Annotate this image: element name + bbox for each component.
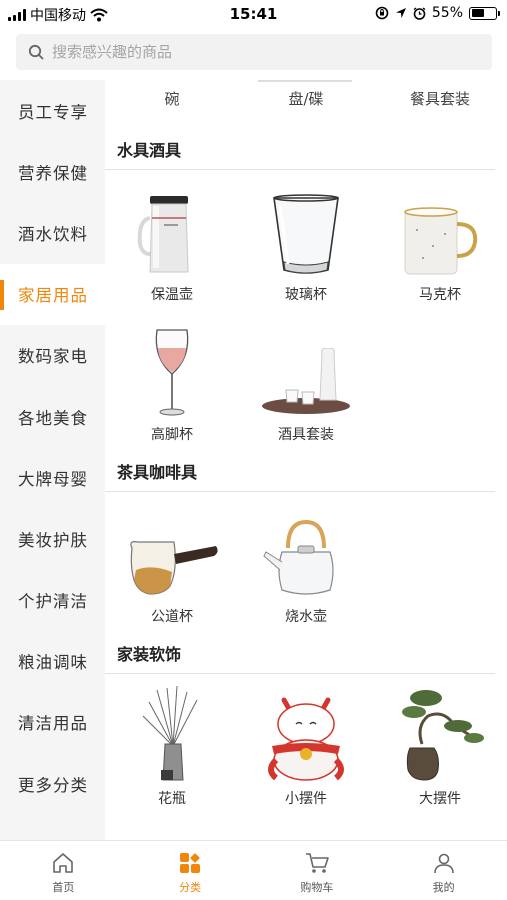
tab-label: 购物车 [300, 881, 334, 894]
sidebar-item-label: 大牌母婴 [18, 469, 88, 489]
category-sidebar: 员工专享 营养保健 酒水饮料 家居用品 数码家电 各地美食 大牌母婴 美妆护肤 … [0, 80, 105, 840]
product-label: 公道杯 [150, 609, 193, 625]
tab-label: 分类 [179, 881, 202, 894]
sidebar-item-label: 更多分类 [18, 775, 88, 795]
product-grid: 花瓶 小摆件 大摆件 [105, 674, 507, 814]
kettle-image [258, 504, 354, 600]
sidebar-item-label: 酒水饮料 [18, 224, 88, 244]
lucky-cat-image [258, 686, 354, 782]
sidebar-item-label: 个护清洁 [18, 592, 88, 612]
sidebar-item-label: 美妆护肤 [18, 530, 88, 550]
user-icon [433, 853, 454, 874]
sidebar-item-personal-care[interactable]: 个护清洁 [0, 570, 105, 631]
product-label: 花瓶 [157, 791, 186, 807]
product-fair-cup[interactable]: 公道杯 [105, 492, 239, 632]
sidebar-item-employee[interactable]: 员工专享 [0, 80, 105, 141]
product-mug[interactable]: 马克杯 [373, 170, 507, 310]
product-glass[interactable]: 玻璃杯 [239, 170, 373, 310]
product-label: 玻璃杯 [284, 287, 327, 303]
product-wine-set[interactable]: 酒具套装 [239, 310, 373, 450]
alarm-icon [413, 6, 426, 20]
product-kettle[interactable]: 烧水壶 [239, 492, 373, 632]
search-bar [0, 28, 507, 80]
sidebar-item-drinks[interactable]: 酒水饮料 [0, 202, 105, 263]
product-large-ornament[interactable]: 大摆件 [373, 674, 507, 814]
search-input[interactable] [52, 43, 452, 61]
product-label: 酒具套装 [277, 427, 334, 443]
product-label: 小摆件 [284, 791, 327, 807]
sidebar-item-digital[interactable]: 数码家电 [0, 325, 105, 386]
sidebar-item-cleaning[interactable]: 清洁用品 [0, 692, 105, 753]
tab-plate[interactable]: 盘/碟 [239, 80, 373, 128]
tab-bowl[interactable]: 碗 [105, 80, 239, 128]
tab-profile[interactable]: 我的 [380, 841, 507, 900]
section-title: 水具酒具 [105, 128, 495, 170]
product-small-ornament[interactable]: 小摆件 [239, 674, 373, 814]
battery-fill [471, 9, 485, 17]
product-thermos[interactable]: 保温壶 [105, 170, 239, 310]
product-vase[interactable]: 花瓶 [105, 674, 239, 814]
category-icon [180, 853, 201, 873]
sidebar-item-grain-oil[interactable]: 粮油调味 [0, 631, 105, 692]
status-bar: 中国移动 15:41 55% [0, 0, 507, 28]
sidebar-item-label: 营养保健 [18, 163, 88, 183]
product-wine-glass[interactable]: 高脚杯 [105, 310, 239, 450]
home-icon [53, 853, 74, 873]
product-grid: 公道杯 烧水壶 [105, 492, 507, 632]
glass-image [258, 182, 354, 278]
product-label: 大摆件 [418, 791, 461, 807]
sidebar-item-local-food[interactable]: 各地美食 [0, 386, 105, 447]
sidebar-item-label: 数码家电 [18, 347, 88, 367]
sidebar-item-label: 家居用品 [18, 286, 88, 306]
subcategory-tabs: 碗 盘/碟 餐具套装 [105, 80, 507, 128]
bonsai-image [392, 686, 488, 782]
sidebar-item-label: 员工专享 [18, 102, 88, 122]
sidebar-item-label: 各地美食 [18, 408, 88, 428]
tab-category[interactable]: 分类 [127, 841, 254, 900]
wine-glass-image [124, 322, 220, 418]
sidebar-item-beauty[interactable]: 美妆护肤 [0, 508, 105, 569]
product-label: 马克杯 [418, 287, 461, 303]
sidebar-item-label: 粮油调味 [18, 653, 88, 673]
sidebar-item-home-goods[interactable]: 家居用品 [0, 263, 105, 325]
tab-cart[interactable]: 购物车 [254, 841, 381, 900]
location-icon [395, 8, 406, 18]
product-grid: 保温壶 玻璃杯 马克杯 高脚杯 酒具套装 [105, 170, 507, 450]
bottom-tab-bar: 首页 分类 购物车 我的 [0, 840, 507, 900]
fair-cup-image [124, 504, 220, 600]
category-content: 碗 盘/碟 餐具套装 水具酒具 保温壶 玻璃杯 马克杯 高脚杯 酒具套装 茶具咖… [105, 80, 507, 840]
tab-label: 我的 [432, 881, 455, 894]
tab-indicator [258, 80, 352, 82]
wine-set-image [258, 322, 354, 418]
sidebar-item-label: 清洁用品 [18, 714, 88, 734]
thermos-image [124, 182, 220, 278]
tab-tableware-set[interactable]: 餐具套装 [373, 80, 507, 128]
sidebar-item-baby[interactable]: 大牌母婴 [0, 447, 105, 508]
tab-label: 首页 [52, 881, 75, 894]
product-label: 高脚杯 [150, 427, 193, 443]
vase-image [124, 686, 220, 782]
tab-home[interactable]: 首页 [0, 841, 127, 900]
search-box[interactable] [16, 34, 492, 70]
status-right: 55% [375, 5, 500, 21]
mug-image [392, 182, 488, 278]
battery-percent: 55% [431, 5, 463, 21]
section-title: 茶具咖啡具 [105, 450, 495, 492]
battery-icon [469, 6, 500, 20]
search-icon [28, 44, 44, 60]
sidebar-item-more[interactable]: 更多分类 [0, 753, 105, 814]
sidebar-item-nutrition[interactable]: 营养保健 [0, 141, 105, 202]
section-title: 家装软饰 [105, 632, 495, 674]
cart-icon [305, 853, 329, 873]
product-label: 保温壶 [150, 287, 193, 303]
orientation-lock-icon [375, 6, 389, 20]
product-label: 烧水壶 [284, 609, 327, 625]
